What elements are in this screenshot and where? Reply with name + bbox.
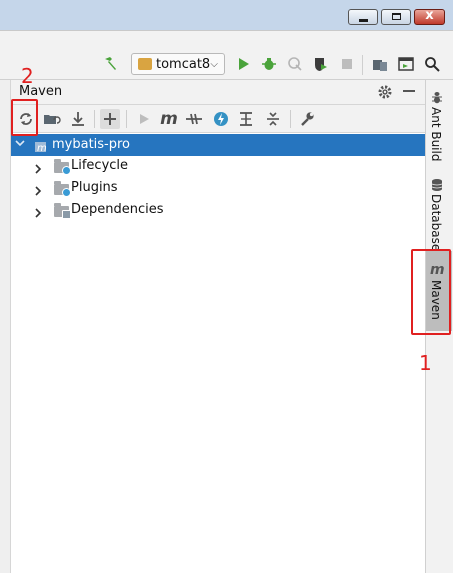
annotation-label-2: 2 xyxy=(21,64,34,88)
toggle-offline-icon[interactable] xyxy=(184,109,204,129)
maven-project-icon: m xyxy=(35,138,49,154)
execute-goal-icon[interactable]: m xyxy=(159,109,179,129)
tool-separator xyxy=(126,110,127,128)
gear-icon[interactable] xyxy=(377,84,393,100)
collapse-all-icon[interactable] xyxy=(263,109,283,129)
run-anything-icon[interactable] xyxy=(397,55,415,73)
profile-icon[interactable] xyxy=(311,55,329,73)
skip-tests-icon[interactable] xyxy=(211,109,231,129)
generate-sources-icon[interactable] xyxy=(42,109,62,129)
database-icon xyxy=(431,177,443,191)
tab-ant-build[interactable]: Ant Build xyxy=(429,107,443,161)
chevron-right-icon xyxy=(35,186,42,196)
coverage-icon[interactable] xyxy=(286,55,304,73)
run-configuration-label: tomcat8 xyxy=(156,56,211,72)
run-configuration-select[interactable]: tomcat8 ⌵ xyxy=(131,53,225,75)
maximize-icon xyxy=(392,13,401,20)
tree-item-plugins[interactable] xyxy=(33,181,43,200)
gear-badge-icon xyxy=(62,166,71,175)
chevron-down-icon[interactable] xyxy=(15,138,25,151)
close-button[interactable]: x xyxy=(414,8,445,25)
tree-item-lifecycle[interactable] xyxy=(33,159,43,178)
folder-icon xyxy=(54,159,71,175)
toolbar-separator xyxy=(362,55,363,75)
tree-item-label: Plugins xyxy=(71,180,118,195)
folder-icon xyxy=(54,181,71,197)
gear-badge-icon xyxy=(62,188,71,197)
ant-icon xyxy=(430,89,444,104)
run-icon[interactable] xyxy=(235,55,253,73)
search-icon[interactable] xyxy=(423,55,441,73)
settings-icon[interactable] xyxy=(297,109,317,129)
show-dependencies-icon[interactable] xyxy=(236,109,256,129)
chevron-down-icon: ⌵ xyxy=(210,58,218,70)
tree-item-label: Lifecycle xyxy=(71,158,129,173)
maximize-button[interactable] xyxy=(381,9,411,25)
minimize-panel-icon[interactable] xyxy=(403,90,415,92)
stop-icon[interactable] xyxy=(338,55,356,73)
minimize-button[interactable] xyxy=(348,9,378,25)
maven-panel-header xyxy=(11,80,425,104)
download-icon[interactable] xyxy=(68,109,88,129)
minimize-icon xyxy=(359,19,368,22)
add-icon[interactable] xyxy=(100,109,120,129)
tomcat-icon xyxy=(138,58,152,70)
tree-root-label: mybatis-pro xyxy=(52,137,131,152)
chevron-right-icon xyxy=(35,164,42,174)
annotation-label-1: 1 xyxy=(419,351,432,375)
tool-separator xyxy=(290,110,291,128)
chevron-right-icon xyxy=(35,208,42,218)
svg-text:m: m xyxy=(37,143,47,153)
folder-icon xyxy=(54,203,71,219)
left-tool-strip xyxy=(0,80,11,573)
tool-separator xyxy=(94,110,95,128)
tab-database[interactable]: Database xyxy=(429,194,443,251)
tree-item-dependencies[interactable] xyxy=(33,203,43,222)
run-icon[interactable] xyxy=(134,109,154,129)
annotation-box-2 xyxy=(11,99,38,136)
library-badge-icon xyxy=(62,210,71,219)
debug-icon[interactable] xyxy=(260,55,278,73)
project-structure-icon[interactable] xyxy=(371,55,389,73)
tree-item-label: Dependencies xyxy=(71,202,164,217)
build-hammer-icon[interactable] xyxy=(102,55,120,73)
close-icon: x xyxy=(425,8,434,23)
annotation-box-1 xyxy=(411,249,451,335)
